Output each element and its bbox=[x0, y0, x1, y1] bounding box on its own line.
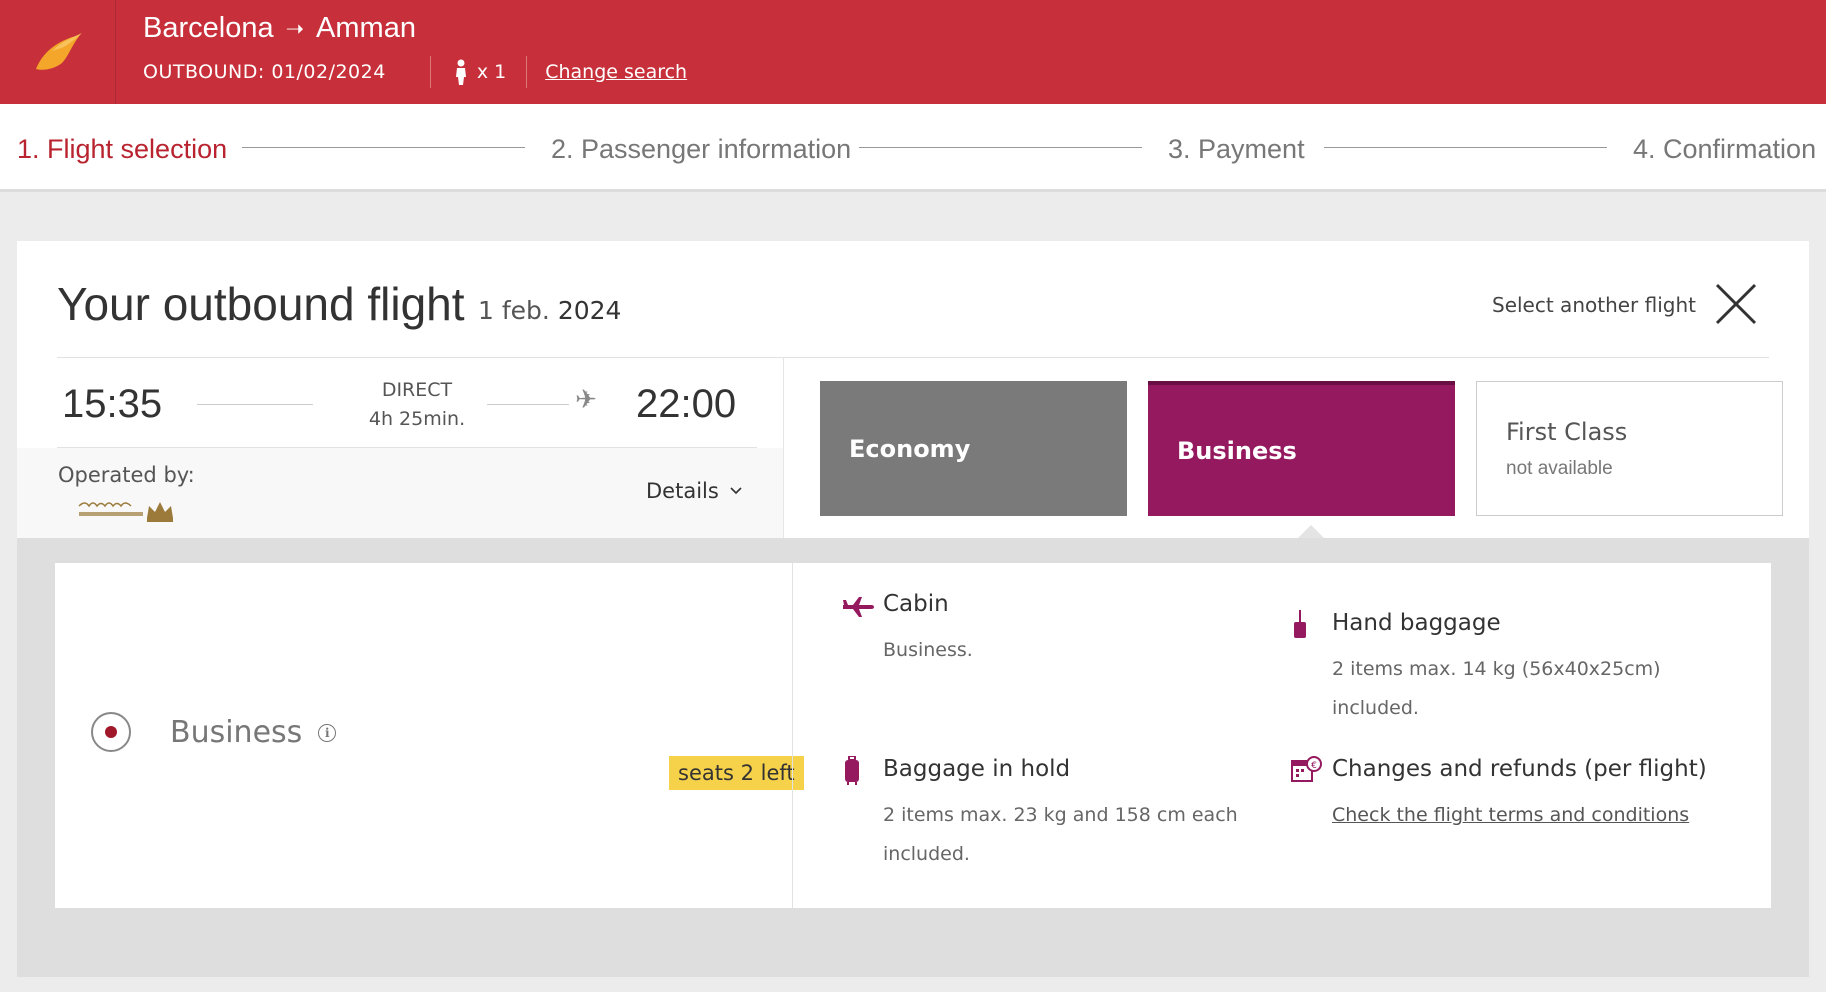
direct-label: DIRECT bbox=[381, 379, 453, 401]
step-payment: 3. Payment bbox=[1168, 134, 1305, 164]
fare-option-first-class: First Class not available bbox=[1476, 381, 1783, 516]
fare-business-label: Business bbox=[1177, 436, 1297, 465]
feature-hold-baggage-line: included. bbox=[883, 843, 970, 865]
change-search-link[interactable]: Change search bbox=[545, 61, 687, 83]
fare-radio-selected[interactable] bbox=[91, 712, 131, 752]
arrow-right-icon: ➝ bbox=[285, 15, 305, 41]
fare-economy-label: Economy bbox=[849, 434, 971, 463]
step-connector bbox=[242, 147, 525, 148]
flight-duration: 4h 25min. bbox=[368, 408, 466, 430]
feature-cabin-desc: Business. bbox=[883, 631, 973, 670]
feature-hold-baggage-title: Baggage in hold bbox=[883, 756, 1071, 782]
step-passenger-information: 2. Passenger information bbox=[551, 134, 852, 164]
origin-city: Barcelona bbox=[143, 12, 274, 44]
seats-left-badge: seats 2 left bbox=[669, 756, 804, 790]
airline-wing-icon bbox=[35, 33, 82, 70]
feature-cabin-title: Cabin bbox=[883, 591, 949, 617]
svg-text:€: € bbox=[1311, 761, 1317, 771]
selected-fare-caret bbox=[1298, 525, 1324, 538]
feature-hold-baggage-line: 2 items max. 23 kg and 158 cm each bbox=[883, 804, 1238, 826]
passenger-count-value: x 1 bbox=[476, 61, 507, 83]
details-toggle[interactable]: Details bbox=[646, 479, 743, 503]
divider bbox=[429, 56, 431, 88]
divider bbox=[526, 56, 528, 88]
fare-first-status: not available bbox=[1506, 457, 1613, 479]
step-flight-selection[interactable]: 1. Flight selection bbox=[17, 134, 227, 165]
airplane-icon: ✈ bbox=[575, 385, 597, 415]
fare-detail-panel: Business i seats 2 left Cabin Business. bbox=[55, 563, 1771, 908]
divider bbox=[57, 447, 757, 448]
route-line bbox=[197, 404, 313, 405]
page-title: Your outbound flight bbox=[57, 278, 465, 330]
fare-name: Business i bbox=[170, 715, 337, 750]
fare-name-label: Business bbox=[170, 715, 303, 750]
select-another-flight-link[interactable]: Select another flight bbox=[1492, 293, 1696, 317]
hold-baggage-icon bbox=[845, 756, 859, 785]
top-header: Barcelona ➝ Amman OUTBOUND: 01/02/2024 x… bbox=[0, 0, 1826, 104]
feature-hand-baggage-line: included. bbox=[1332, 697, 1419, 719]
info-icon[interactable]: i bbox=[318, 723, 337, 742]
feature-hand-baggage-line: 2 items max. 14 kg (56x40x25cm) bbox=[1332, 658, 1661, 680]
route-line bbox=[487, 404, 569, 405]
chevron-down-icon bbox=[730, 487, 742, 495]
details-label: Details bbox=[646, 479, 719, 503]
outbound-date: OUTBOUND: 01/02/2024 bbox=[143, 61, 386, 83]
passenger-count: x 1 bbox=[455, 59, 506, 85]
arrival-time: 22:00 bbox=[636, 382, 737, 426]
booking-stepper: 1. Flight selection 2. Passenger informa… bbox=[0, 104, 1826, 192]
step-connector bbox=[1324, 147, 1607, 148]
flight-date: 1 feb. 2024 bbox=[478, 296, 621, 325]
feature-hand-baggage-desc: 2 items max. 14 kg (56x40x25cm) included… bbox=[1332, 650, 1661, 728]
feature-changes-desc: Check the flight terms and conditions bbox=[1332, 796, 1689, 835]
feature-hand-baggage-title: Hand baggage bbox=[1332, 610, 1501, 636]
destination-city: Amman bbox=[316, 12, 416, 44]
divider bbox=[792, 563, 793, 908]
route-title: Barcelona ➝ Amman bbox=[143, 12, 416, 45]
flight-date-day: 1 feb. bbox=[478, 296, 550, 325]
operated-by-label: Operated by: bbox=[58, 463, 195, 487]
departure-time: 15:35 bbox=[62, 382, 163, 426]
flight-type: DIRECT 4h 25min. bbox=[347, 376, 487, 434]
feature-cabin-line: Business. bbox=[883, 639, 973, 661]
operator-box: Operated by: Details bbox=[17, 447, 783, 539]
close-icon[interactable] bbox=[1711, 279, 1761, 329]
airplane-cabin-icon bbox=[843, 597, 874, 617]
fare-detail-area: Business i seats 2 left Cabin Business. bbox=[17, 538, 1809, 977]
royal-jordanian-logo bbox=[78, 502, 173, 522]
search-summary: OUTBOUND: 01/02/2024 x 1 Change search bbox=[143, 56, 687, 88]
fare-option-business[interactable]: Business bbox=[1148, 381, 1455, 516]
airline-logo[interactable] bbox=[0, 0, 116, 104]
step-connector bbox=[859, 147, 1142, 148]
flight-terms-link[interactable]: Check the flight terms and conditions bbox=[1332, 804, 1689, 826]
calendar-refund-icon: € bbox=[1291, 756, 1322, 782]
divider bbox=[783, 358, 784, 539]
hand-baggage-icon bbox=[1294, 610, 1306, 638]
outbound-flight-card: Your outbound flight 1 feb. 2024 Select … bbox=[17, 241, 1809, 977]
step-confirmation: 4. Confirmation bbox=[1633, 134, 1817, 164]
feature-hold-baggage-desc: 2 items max. 23 kg and 158 cm each inclu… bbox=[883, 796, 1238, 874]
feature-changes-title: Changes and refunds (per flight) bbox=[1332, 756, 1707, 782]
flight-date-year: 2024 bbox=[557, 296, 622, 325]
flight-itinerary: 15:35 DIRECT 4h 25min. ✈ 22:00 bbox=[17, 358, 783, 448]
fare-first-label: First Class bbox=[1506, 417, 1628, 446]
fare-option-economy[interactable]: Economy bbox=[820, 381, 1127, 516]
person-icon bbox=[455, 59, 466, 85]
